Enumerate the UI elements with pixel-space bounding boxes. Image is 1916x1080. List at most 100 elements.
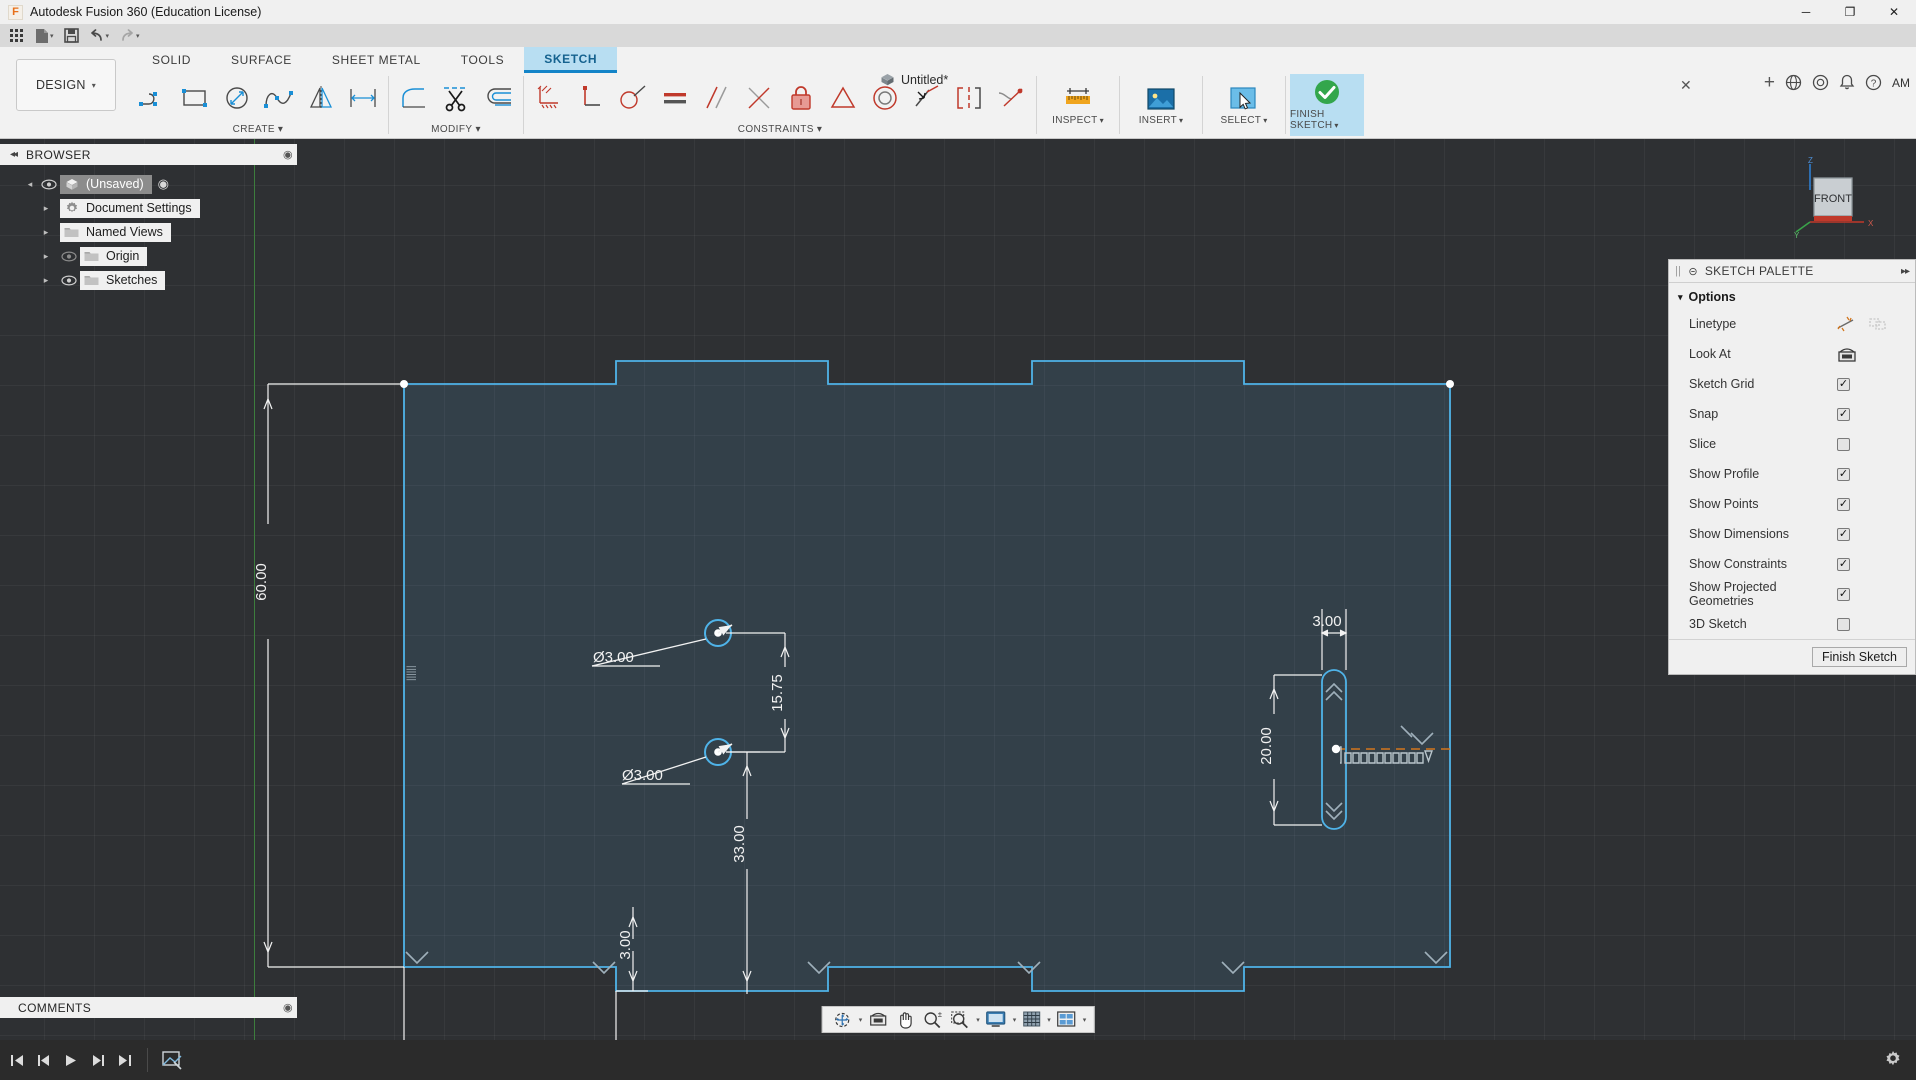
- globe-icon[interactable]: [1785, 74, 1802, 91]
- view-cube[interactable]: Z Y X FRONT: [1780, 154, 1876, 240]
- chevron-down-icon[interactable]: ▾: [106, 32, 110, 40]
- inspect-button[interactable]: INSPECT ▾: [1041, 74, 1115, 136]
- rectangle-icon[interactable]: [174, 76, 216, 120]
- avatar[interactable]: AM: [1892, 76, 1910, 90]
- visibility-eye-icon[interactable]: [58, 274, 80, 286]
- options-section-header[interactable]: ▾ Options: [1669, 283, 1915, 309]
- snap-checkbox[interactable]: ✓: [1837, 407, 1850, 421]
- parallel-constraint-icon[interactable]: [696, 76, 738, 120]
- app-grid-icon[interactable]: [5, 25, 29, 46]
- select-button[interactable]: SELECT ▾: [1207, 74, 1281, 136]
- show-profile-checkbox[interactable]: ✓: [1837, 467, 1850, 481]
- question-icon[interactable]: ?: [1865, 74, 1882, 91]
- step-back-icon[interactable]: [33, 1047, 55, 1073]
- look-at-icon[interactable]: [1837, 346, 1857, 363]
- step-forward-icon[interactable]: [87, 1047, 109, 1073]
- slice-checkbox[interactable]: [1837, 437, 1850, 451]
- grounded-indicator-icon[interactable]: ◉: [158, 176, 169, 192]
- help-circle-icon[interactable]: [1812, 74, 1829, 91]
- tab-sheet-metal[interactable]: SHEET METAL: [312, 47, 441, 73]
- bell-icon[interactable]: [1839, 74, 1855, 91]
- go-to-end-icon[interactable]: [114, 1047, 136, 1073]
- redo-icon[interactable]: ▾: [115, 25, 144, 46]
- drag-grip-icon[interactable]: ||: [1675, 265, 1681, 277]
- zoom-window-icon[interactable]: [947, 1008, 972, 1032]
- chevron-down-icon[interactable]: ▾: [136, 32, 140, 40]
- dimension-sketch-icon[interactable]: [342, 76, 384, 120]
- normal-linetype-icon[interactable]: [1837, 316, 1855, 332]
- line-icon[interactable]: [132, 76, 174, 120]
- new-document-icon[interactable]: ▾: [31, 25, 58, 46]
- tree-item-document-settings[interactable]: ▸ Document Settings: [0, 196, 297, 220]
- document-tab[interactable]: Untitled*: [880, 73, 948, 87]
- chevron-down-icon[interactable]: ▾: [1013, 1016, 1017, 1024]
- document-tab-close-icon[interactable]: ✕: [1680, 77, 1692, 94]
- viewports-icon[interactable]: [1054, 1008, 1079, 1032]
- chevron-down-icon[interactable]: ▾: [1083, 1016, 1087, 1024]
- tab-solid[interactable]: SOLID: [132, 47, 211, 73]
- show-projected-geometries-checkbox[interactable]: ✓: [1837, 587, 1850, 601]
- perpendicular-constraint-icon[interactable]: [570, 76, 612, 120]
- palette-finish-sketch-button[interactable]: Finish Sketch: [1811, 647, 1907, 667]
- close-button[interactable]: ✕: [1872, 0, 1916, 24]
- chevron-down-icon[interactable]: ▾: [1047, 1016, 1051, 1024]
- tree-item-unsaved[interactable]: ◂ (Unsaved) ◉: [0, 172, 297, 196]
- symmetry-constraint-icon[interactable]: [948, 76, 990, 120]
- show-constraints-checkbox[interactable]: ✓: [1837, 557, 1850, 571]
- twisty-icon[interactable]: ▸: [38, 227, 54, 238]
- play-icon[interactable]: [60, 1047, 82, 1073]
- zoom-icon[interactable]: ±: [919, 1008, 944, 1032]
- minimize-palette-icon[interactable]: ⊝: [1688, 265, 1698, 278]
- sketch-feature-icon[interactable]: [159, 1047, 185, 1073]
- mirror-icon[interactable]: [300, 76, 342, 120]
- coincident-constraint-icon[interactable]: [822, 76, 864, 120]
- minimize-button[interactable]: ─: [1784, 0, 1828, 24]
- group-label-create[interactable]: CREATE ▾: [132, 122, 384, 136]
- collapse-icon[interactable]: ◂◂: [10, 149, 18, 160]
- twisty-icon[interactable]: ▸: [38, 251, 54, 262]
- visibility-eye-icon[interactable]: [38, 178, 60, 190]
- sketch-grid-checkbox[interactable]: ✓: [1837, 377, 1850, 391]
- browser-settings-icon[interactable]: ◉: [283, 148, 293, 161]
- tab-surface[interactable]: SURFACE: [211, 47, 312, 73]
- comments-settings-icon[interactable]: ◉: [283, 1001, 293, 1014]
- twisty-icon[interactable]: ▸: [38, 275, 54, 286]
- workspace-switcher-button[interactable]: DESIGN ▾: [16, 59, 116, 111]
- chevron-down-icon[interactable]: ▾: [859, 1016, 863, 1024]
- comments-panel[interactable]: COMMENTS ◉: [0, 997, 297, 1018]
- group-label-constraints[interactable]: CONSTRAINTS ▾: [528, 122, 1032, 136]
- display-settings-icon[interactable]: [865, 1008, 890, 1032]
- grid-snap-icon[interactable]: [1019, 1008, 1043, 1032]
- group-label-modify[interactable]: MODIFY ▾: [393, 122, 519, 136]
- show-dimensions-checkbox[interactable]: ✓: [1837, 527, 1850, 541]
- insert-button[interactable]: INSERT ▾: [1124, 74, 1198, 136]
- 3d-sketch-checkbox[interactable]: [1837, 617, 1850, 631]
- chevron-down-icon[interactable]: ▾: [50, 32, 54, 40]
- orbit-icon[interactable]: [830, 1008, 855, 1032]
- display-mode-icon[interactable]: [983, 1008, 1009, 1032]
- expand-palette-icon[interactable]: ▸▸: [1901, 266, 1910, 277]
- chevron-down-icon[interactable]: ▾: [976, 1016, 980, 1024]
- show-points-checkbox[interactable]: ✓: [1837, 497, 1850, 511]
- twisty-icon[interactable]: ▸: [38, 203, 54, 214]
- tree-item-sketches[interactable]: ▸ Sketches: [0, 268, 297, 292]
- fillet-icon[interactable]: [393, 76, 435, 120]
- tree-item-origin[interactable]: ▸ Origin: [0, 244, 297, 268]
- finish-sketch-button[interactable]: FINISH SKETCH ▾: [1290, 74, 1364, 136]
- twisty-icon[interactable]: ◂: [22, 179, 38, 190]
- tab-tools[interactable]: TOOLS: [441, 47, 524, 73]
- construction-linetype-icon[interactable]: [1869, 316, 1887, 332]
- timeline-settings-gear-icon[interactable]: [1884, 1050, 1902, 1071]
- circle-icon[interactable]: [216, 76, 258, 120]
- offset-icon[interactable]: [477, 76, 519, 120]
- tab-sketch[interactable]: SKETCH: [524, 47, 618, 73]
- save-icon[interactable]: [60, 25, 83, 46]
- add-tab-button[interactable]: +: [1764, 73, 1775, 92]
- tangent-constraint-icon[interactable]: [612, 76, 654, 120]
- trim-icon[interactable]: [435, 76, 477, 120]
- pan-icon[interactable]: [893, 1008, 916, 1032]
- undo-icon[interactable]: ▾: [85, 25, 114, 46]
- midpoint-constraint-icon[interactable]: [738, 76, 780, 120]
- go-to-start-icon[interactable]: [6, 1047, 28, 1073]
- equal-constraint-icon[interactable]: [654, 76, 696, 120]
